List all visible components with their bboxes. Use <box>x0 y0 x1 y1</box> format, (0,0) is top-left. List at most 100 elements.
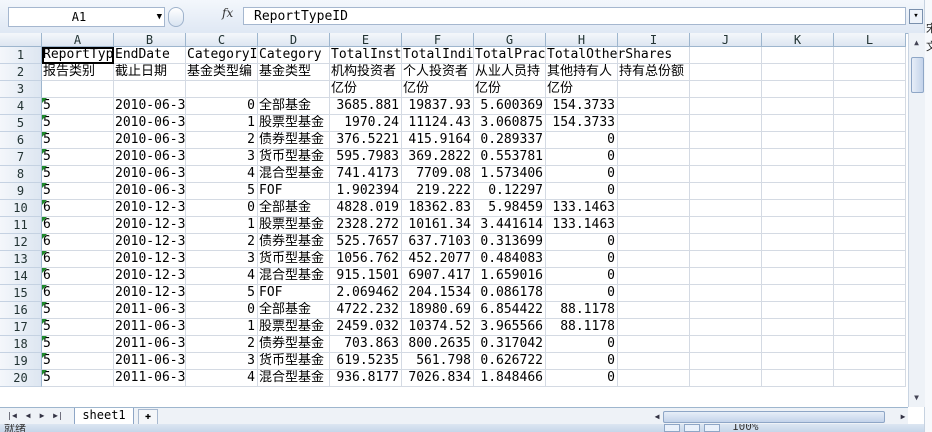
cell-d13[interactable]: 货币型基金 <box>258 251 330 268</box>
cell-h4[interactable]: 154.3733 <box>546 98 618 115</box>
cell-e19[interactable]: 619.5235 <box>330 353 402 370</box>
cell-g20[interactable]: 1.848466 <box>474 370 546 387</box>
cell-l3[interactable] <box>834 81 906 98</box>
column-header-g[interactable]: G <box>474 33 546 47</box>
cell-j1[interactable] <box>690 47 762 64</box>
cell-k5[interactable] <box>762 115 834 132</box>
horizontal-scroll-thumb[interactable] <box>663 411 885 423</box>
cell-f9[interactable]: 219.222 <box>402 183 474 200</box>
select-all-corner[interactable] <box>0 33 42 47</box>
page-break-icon[interactable] <box>704 424 720 432</box>
cell-h6[interactable]: 0 <box>546 132 618 149</box>
cell-d5[interactable]: 股票型基金 <box>258 115 330 132</box>
cell-h2[interactable]: 其他持有人 <box>546 64 618 81</box>
column-header-b[interactable]: B <box>114 33 186 47</box>
cell-k13[interactable] <box>762 251 834 268</box>
column-header-e[interactable]: E <box>330 33 402 47</box>
cell-i6[interactable] <box>618 132 690 149</box>
cell-a3[interactable] <box>42 81 114 98</box>
page-layout-icon[interactable] <box>684 424 700 432</box>
row-header[interactable]: 12 <box>0 234 42 251</box>
cell-k7[interactable] <box>762 149 834 166</box>
cell-j2[interactable] <box>690 64 762 81</box>
cell-a10[interactable]: 6 <box>42 200 114 217</box>
cell-c18[interactable]: 2 <box>186 336 258 353</box>
cell-h8[interactable]: 0 <box>546 166 618 183</box>
cell-f4[interactable]: 19837.93 <box>402 98 474 115</box>
cell-f16[interactable]: 18980.69 <box>402 302 474 319</box>
cell-e15[interactable]: 2.069462 <box>330 285 402 302</box>
cell-i14[interactable] <box>618 268 690 285</box>
cell-j12[interactable] <box>690 234 762 251</box>
cell-b7[interactable]: 2010-06-3 <box>114 149 186 166</box>
row-header[interactable]: 1 <box>0 47 42 64</box>
cell-c11[interactable]: 1 <box>186 217 258 234</box>
cell-a18[interactable]: 5 <box>42 336 114 353</box>
cell-b9[interactable]: 2010-06-3 <box>114 183 186 200</box>
cell-f3[interactable]: 亿份 <box>402 81 474 98</box>
cell-f14[interactable]: 6907.417 <box>402 268 474 285</box>
cell-e8[interactable]: 741.4173 <box>330 166 402 183</box>
zoom-level[interactable]: 100% <box>732 424 759 432</box>
cell-f15[interactable]: 204.1534 <box>402 285 474 302</box>
cell-a17[interactable]: 5 <box>42 319 114 336</box>
cell-k11[interactable] <box>762 217 834 234</box>
cell-f12[interactable]: 637.7103 <box>402 234 474 251</box>
cell-b13[interactable]: 2010-12-3 <box>114 251 186 268</box>
formula-input[interactable]: ReportTypeID <box>243 7 906 25</box>
column-header-k[interactable]: K <box>762 33 834 47</box>
cell-d17[interactable]: 股票型基金 <box>258 319 330 336</box>
cell-b10[interactable]: 2010-12-3 <box>114 200 186 217</box>
cell-k10[interactable] <box>762 200 834 217</box>
last-sheet-icon[interactable]: ▶| <box>52 410 64 422</box>
cell-i19[interactable] <box>618 353 690 370</box>
cell-f17[interactable]: 10374.52 <box>402 319 474 336</box>
cell-i13[interactable] <box>618 251 690 268</box>
cell-f6[interactable]: 415.9164 <box>402 132 474 149</box>
cell-g14[interactable]: 1.659016 <box>474 268 546 285</box>
scroll-up-icon[interactable]: ▲ <box>910 35 923 50</box>
cell-l7[interactable] <box>834 149 906 166</box>
cell-f18[interactable]: 800.2635 <box>402 336 474 353</box>
cell-k15[interactable] <box>762 285 834 302</box>
cell-j14[interactable] <box>690 268 762 285</box>
cell-b2[interactable]: 截止日期 <box>114 64 186 81</box>
insert-function-button[interactable]: fx <box>222 6 233 20</box>
row-header[interactable]: 17 <box>0 319 42 336</box>
row-header[interactable]: 9 <box>0 183 42 200</box>
cell-h10[interactable]: 133.1463 <box>546 200 618 217</box>
cell-e3[interactable]: 亿份 <box>330 81 402 98</box>
cell-h18[interactable]: 0 <box>546 336 618 353</box>
cell-l2[interactable] <box>834 64 906 81</box>
cell-d11[interactable]: 股票型基金 <box>258 217 330 234</box>
cell-l17[interactable] <box>834 319 906 336</box>
cell-h15[interactable]: 0 <box>546 285 618 302</box>
cell-f2[interactable]: 个人投资者 <box>402 64 474 81</box>
cell-e13[interactable]: 1056.762 <box>330 251 402 268</box>
cell-j3[interactable] <box>690 81 762 98</box>
cell-g15[interactable]: 0.086178 <box>474 285 546 302</box>
cell-i2[interactable]: 持有总份额 <box>618 64 690 81</box>
row-header[interactable]: 6 <box>0 132 42 149</box>
cell-h7[interactable]: 0 <box>546 149 618 166</box>
cell-b11[interactable]: 2010-12-3 <box>114 217 186 234</box>
cell-d2[interactable]: 基金类型 <box>258 64 330 81</box>
cell-e20[interactable]: 936.8177 <box>330 370 402 387</box>
cell-c16[interactable]: 0 <box>186 302 258 319</box>
column-header-l[interactable]: L <box>834 33 906 47</box>
cell-a15[interactable]: 6 <box>42 285 114 302</box>
first-sheet-icon[interactable]: |◀ <box>6 410 18 422</box>
cell-l14[interactable] <box>834 268 906 285</box>
cell-i9[interactable] <box>618 183 690 200</box>
cell-g19[interactable]: 0.626722 <box>474 353 546 370</box>
cell-b4[interactable]: 2010-06-3 <box>114 98 186 115</box>
cell-j9[interactable] <box>690 183 762 200</box>
cell-k12[interactable] <box>762 234 834 251</box>
cell-h12[interactable]: 0 <box>546 234 618 251</box>
cell-k2[interactable] <box>762 64 834 81</box>
cell-c6[interactable]: 2 <box>186 132 258 149</box>
chevron-down-icon[interactable]: ▼ <box>157 8 162 26</box>
cell-c3[interactable] <box>186 81 258 98</box>
cell-l5[interactable] <box>834 115 906 132</box>
cell-k8[interactable] <box>762 166 834 183</box>
